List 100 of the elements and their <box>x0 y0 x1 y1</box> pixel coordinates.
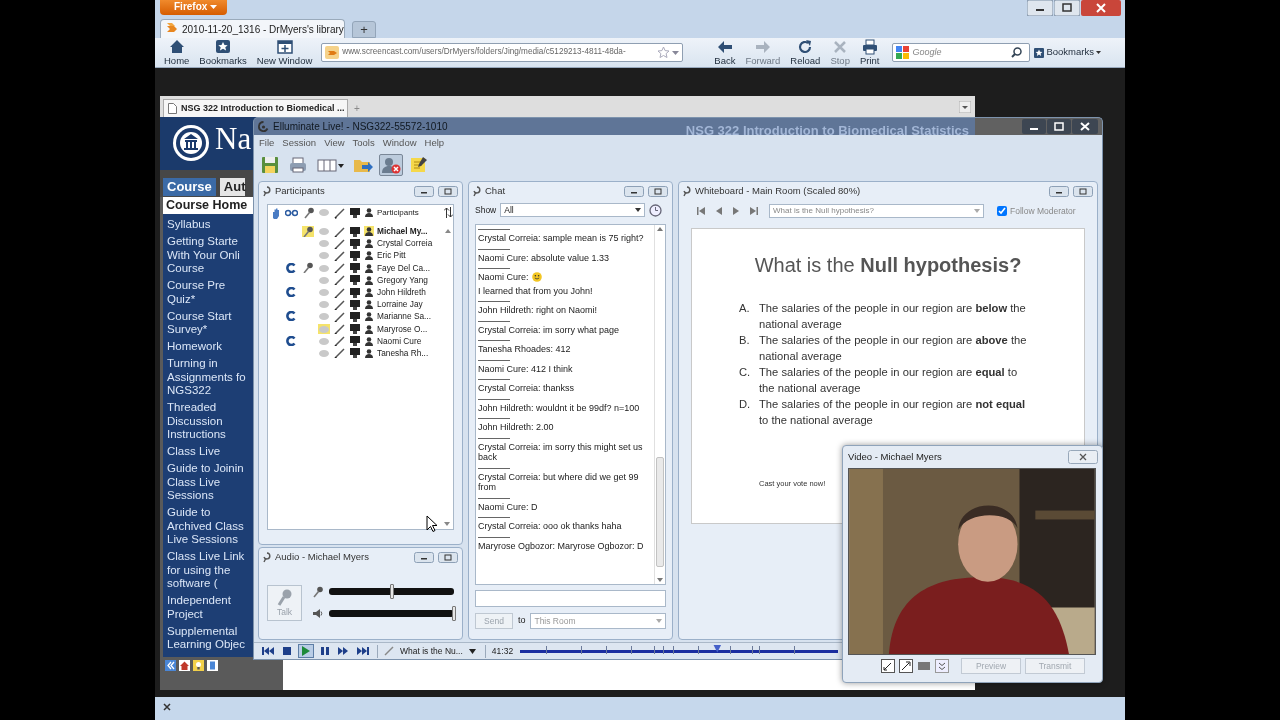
toolbar-button[interactable]: Reload <box>785 39 826 66</box>
maximize-icon[interactable] <box>1054 0 1080 16</box>
menu-item[interactable]: View <box>324 136 345 151</box>
next-page-icon[interactable] <box>733 207 739 215</box>
toolbar-button[interactable]: Home <box>159 39 195 66</box>
browser-tab[interactable]: NSG 322 Introduction to Biomedical ... <box>163 99 348 117</box>
minimize-button[interactable] <box>414 551 434 563</box>
participant-name[interactable]: Crystal Correia <box>375 238 433 249</box>
toolbar-button[interactable]: Back <box>709 39 741 66</box>
menu-link[interactable]: Independent Project <box>167 594 231 621</box>
menu-item[interactable]: Tools <box>352 136 375 151</box>
minimize-icon[interactable] <box>1022 119 1046 134</box>
lightbulb-icon[interactable] <box>193 660 204 671</box>
search-field[interactable]: Google <box>912 45 1009 60</box>
document-icon[interactable] <box>207 660 218 671</box>
sort-icon[interactable] <box>443 207 453 218</box>
person-remove-button[interactable] <box>379 154 403 176</box>
expand-icon[interactable] <box>899 659 913 673</box>
scrollbar-thumb[interactable] <box>656 457 664 567</box>
shrink-icon[interactable] <box>881 659 895 673</box>
minimize-button[interactable] <box>414 185 434 197</box>
menu-link[interactable]: Homework <box>167 340 222 354</box>
menu-link[interactable]: Turning in Assignments fo NGS322 <box>167 357 246 398</box>
pencil-icon <box>333 335 346 347</box>
menu-item[interactable]: Window <box>382 136 417 151</box>
slider-thumb[interactable] <box>713 644 722 653</box>
menu-link[interactable]: Getting Starte With Your Onli Course <box>167 235 240 276</box>
pencil-icon <box>333 310 346 322</box>
participant-name[interactable]: Marianne Sa... <box>375 311 431 322</box>
checkbox[interactable] <box>997 206 1007 216</box>
new-tab-button[interactable]: + <box>352 21 376 38</box>
participant-name[interactable]: Gregory Yang <box>375 274 428 285</box>
participant-name[interactable]: Lorraine Jay <box>375 299 423 310</box>
menu-link[interactable]: Class Live Link for using the software ( <box>167 550 245 591</box>
column-header[interactable]: Participants <box>375 207 419 218</box>
show-dropdown[interactable]: All <box>500 203 646 217</box>
toolbar-button[interactable]: Print <box>854 39 885 66</box>
menu-link[interactable]: Syllabus <box>167 218 211 232</box>
chat-message: Naomi Cure: 412 I think <box>478 363 574 374</box>
collapse-icon[interactable] <box>165 660 176 671</box>
pin-icon <box>263 551 271 563</box>
page-dropdown[interactable]: What is the Nu... <box>397 644 479 658</box>
participant-name[interactable]: Maryrose O... <box>375 323 428 334</box>
participant-name[interactable]: Michael My... <box>375 226 428 237</box>
home-icon[interactable] <box>179 660 190 671</box>
more-icon[interactable] <box>935 659 949 673</box>
menu-item[interactable]: File <box>259 136 275 151</box>
slider-thumb[interactable] <box>389 584 394 599</box>
page-icon <box>168 103 177 114</box>
toolbar-button[interactable]: New Window <box>251 39 318 66</box>
menu-link[interactable]: Supplemental Learning Objec <box>167 624 245 652</box>
close-icon[interactable] <box>1081 0 1121 16</box>
close-icon[interactable] <box>1072 119 1098 134</box>
participant-name[interactable]: Faye Del Ca... <box>375 262 431 273</box>
menu-link[interactable]: Course Pre Quiz* <box>167 279 226 306</box>
menu-item[interactable]: Session <box>282 136 317 151</box>
toolbar-button[interactable]: Bookmarks <box>194 39 252 66</box>
menu-link[interactable]: Class Live <box>167 445 221 459</box>
scroll-down-icon[interactable] <box>657 578 663 582</box>
pause-icon <box>319 646 331 656</box>
site-icon <box>325 46 340 59</box>
minimize-icon[interactable] <box>1027 0 1053 16</box>
browser-tab[interactable]: 2010-11-20_1316 - DrMyers's library <box>160 19 345 38</box>
last-page-icon[interactable] <box>750 207 758 215</box>
address-bar[interactable]: www.screencast.com/users/DrMyers/folders/Jing/media/c5129213-4811-48da- <box>321 43 684 62</box>
slider-thumb[interactable] <box>452 606 456 621</box>
option-letter: B. <box>739 333 751 348</box>
minimize-button[interactable] <box>624 185 644 197</box>
scroll-up-icon[interactable] <box>657 227 663 231</box>
previous-page-icon[interactable] <box>716 207 722 215</box>
menu-link[interactable]: Guide to Joinin Class Live Sessions <box>167 462 244 503</box>
participant-name[interactable]: Tanesha Rh... <box>375 347 429 358</box>
chat-message: Naomi Cure: <box>478 272 529 283</box>
video-frame-icon[interactable] <box>917 659 931 673</box>
participant-name[interactable]: John Hildreth <box>375 287 426 298</box>
menu-item[interactable]: Help <box>424 136 445 151</box>
dropdown-arrow-icon[interactable] <box>959 100 971 113</box>
message-input[interactable] <box>475 590 666 607</box>
close-button[interactable] <box>1068 450 1098 464</box>
last-button[interactable] <box>355 644 371 658</box>
maximize-icon[interactable] <box>1047 119 1071 134</box>
minimize-button[interactable] <box>1049 185 1069 197</box>
menu-link[interactable]: Threaded Discussion Instructions <box>167 401 226 442</box>
tab[interactable]: Course <box>163 178 216 196</box>
menu-link[interactable]: Course Start Survey* <box>167 309 232 337</box>
scroll-down-icon[interactable] <box>444 522 450 526</box>
menu-link[interactable]: Guide to Archived Class Live Sessions <box>167 506 244 547</box>
first-button[interactable] <box>260 644 276 658</box>
close-icon[interactable] <box>163 703 171 711</box>
scroll-up-icon[interactable] <box>445 229 451 234</box>
bookmarks-menu-button[interactable]: Bookmarks <box>1034 45 1101 60</box>
pencil-icon <box>333 298 346 310</box>
page-dropdown[interactable]: What is the Null hypothesis? <box>769 204 984 218</box>
participant-name[interactable]: Eric Pitt <box>375 250 406 261</box>
first-page-icon[interactable] <box>697 207 705 215</box>
participant-name[interactable]: Naomi Cure <box>375 335 422 346</box>
monitor-icon <box>348 262 361 274</box>
search-box[interactable]: Google <box>892 43 1031 62</box>
chat-message: Crystal Correia: thankss <box>478 383 576 394</box>
clock-icon[interactable] <box>649 203 663 217</box>
